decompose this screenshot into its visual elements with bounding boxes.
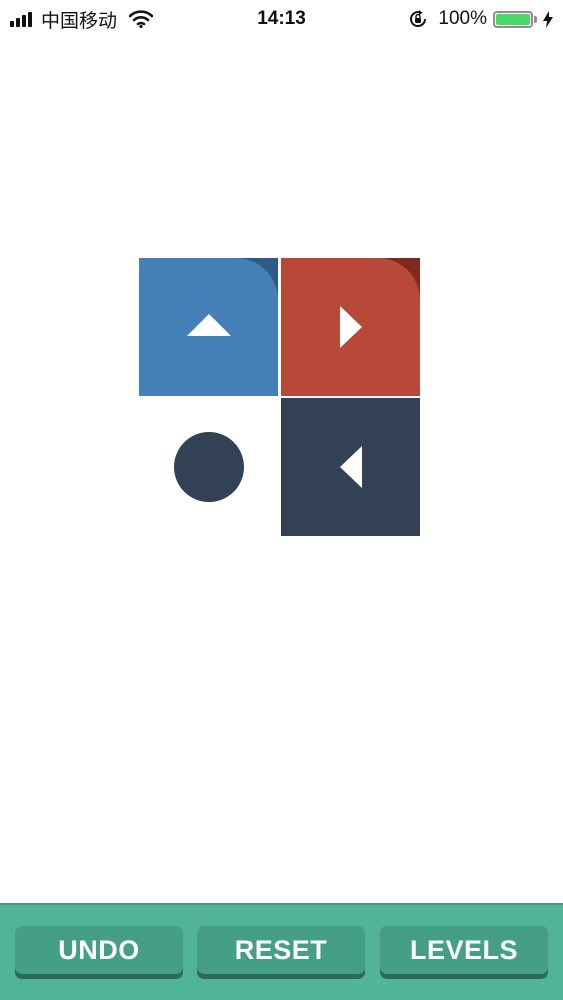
arrow-up-icon — [187, 314, 231, 336]
tile-arrow-right[interactable] — [281, 258, 420, 396]
battery-fill — [496, 13, 530, 25]
levels-button[interactable]: LEVELS — [380, 926, 548, 974]
status-bar-right: 100% — [408, 0, 553, 38]
battery-percent: 100% — [438, 8, 487, 29]
puzzle-board — [139, 258, 421, 538]
tile-arrow-up[interactable] — [139, 258, 278, 396]
status-bar: 中国移动 14:13 100% — [0, 0, 563, 38]
arrow-right-icon — [340, 306, 362, 348]
tile-arrow-left[interactable] — [281, 398, 420, 536]
battery-cap — [534, 15, 537, 23]
target-dot — [173, 432, 244, 502]
orientation-lock-icon — [410, 10, 427, 28]
bottom-toolbar: UNDO RESET LEVELS — [0, 903, 563, 1000]
charging-bolt-icon — [543, 10, 553, 28]
arrow-left-icon — [340, 446, 362, 488]
reset-button[interactable]: RESET — [197, 926, 365, 974]
battery-icon — [493, 10, 533, 28]
undo-button[interactable]: UNDO — [15, 926, 183, 974]
